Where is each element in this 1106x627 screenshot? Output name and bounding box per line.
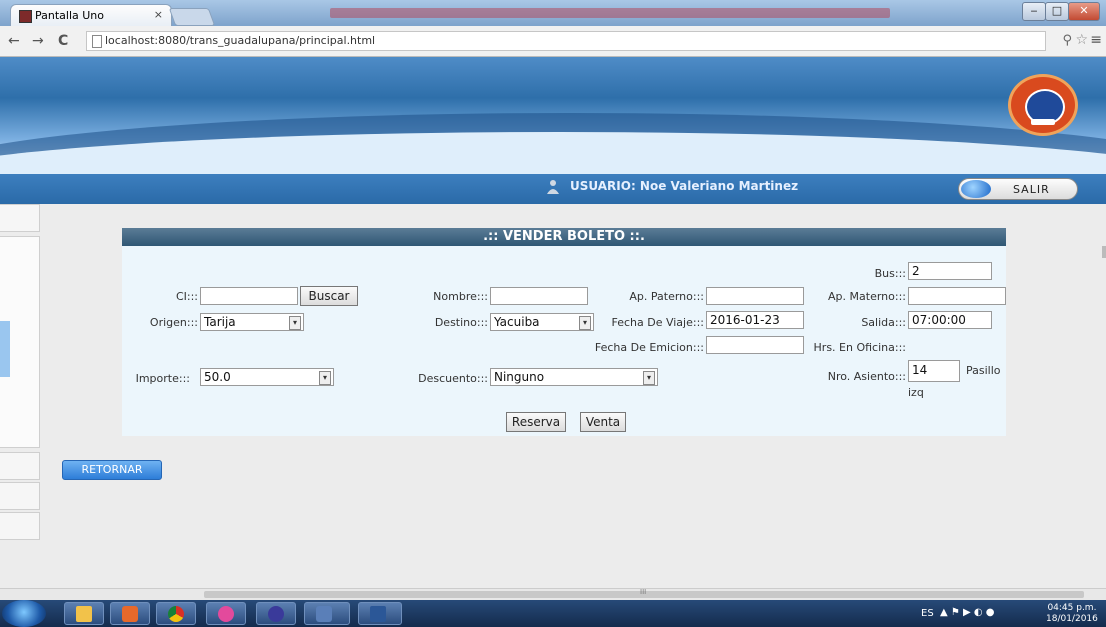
origen-label: Origen::: [149, 316, 198, 329]
side-menu-item[interactable] [0, 512, 40, 540]
eclipse-taskbar-icon[interactable] [256, 602, 296, 625]
descuento-value: Ninguno [494, 370, 545, 384]
minimize-button[interactable]: ‒ [1022, 2, 1046, 21]
destino-value: Yacuiba [494, 315, 540, 329]
reload-icon[interactable]: C [58, 33, 68, 49]
form-title: .:: VENDER BOLETO ::. [122, 228, 1006, 246]
taskbar-clock[interactable]: 04:45 p.m. 18/01/2016 [1046, 603, 1098, 625]
reserva-button[interactable]: Reserva [506, 412, 566, 432]
salida-input[interactable]: 07:00:00 [908, 311, 992, 329]
fecha-viaje-input[interactable]: 2016-01-23 [706, 311, 804, 329]
logo-band [1031, 119, 1055, 125]
destino-label: Destino::: [434, 316, 488, 329]
buscar-button[interactable]: Buscar [300, 286, 358, 306]
close-window-button[interactable]: ✕ [1068, 2, 1100, 21]
word-taskbar-icon[interactable] [358, 602, 402, 625]
origen-value: Tarija [204, 315, 236, 329]
ap-materno-label: Ap. Materno::: [828, 290, 906, 303]
logout-button[interactable]: SALIR [958, 178, 1078, 200]
side-menu-item[interactable] [0, 482, 40, 510]
hrs-oficina-label: Hrs. En Oficina::: [813, 341, 906, 354]
menu-icon[interactable]: ≡ [1090, 32, 1102, 48]
dropdown-arrow-icon: ▾ [643, 371, 655, 385]
start-button-icon[interactable] [2, 600, 46, 627]
logout-label: SALIR [1013, 183, 1050, 196]
clock-time: 04:45 p.m. [1047, 603, 1097, 613]
window-title-bar-text [330, 8, 890, 18]
back-icon[interactable]: ← [8, 33, 20, 49]
logged-user-label: USUARIO: Noe Valeriano Martinez [570, 179, 799, 193]
nombre-input[interactable] [490, 287, 588, 305]
system-tray-icons[interactable]: ▲ ⚑ ▶ ◐ ● [940, 607, 995, 618]
dropdown-arrow-icon: ▾ [319, 371, 331, 385]
forward-icon[interactable]: → [32, 33, 44, 49]
scrollbar-thumb[interactable]: III [204, 588, 1084, 598]
zoom-icon[interactable]: ⚲ [1062, 33, 1072, 48]
fecha-viaje-label: Fecha De Viaje::: [611, 316, 704, 329]
venta-button[interactable]: Venta [580, 412, 626, 432]
address-toolbar: ← → C localhost:8080/trans_guadalupana/p… [0, 26, 1106, 57]
browser-tab[interactable]: Pantalla Uno × [10, 4, 172, 27]
user-icon [547, 180, 559, 194]
chrome-taskbar-icon[interactable] [156, 602, 196, 625]
side-menu-item[interactable] [0, 204, 40, 232]
media-player-taskbar-icon[interactable] [110, 602, 150, 625]
url-input[interactable]: localhost:8080/trans_guadalupana/princip… [86, 31, 1046, 51]
user-bar: USUARIO: Noe Valeriano Martinez SALIR [0, 174, 1106, 204]
window-controls: ‒ □ ✕ [1022, 2, 1100, 21]
ap-materno-input[interactable] [908, 287, 1006, 305]
izq-label: izq [908, 386, 924, 399]
company-logo [1008, 74, 1078, 136]
language-indicator[interactable]: ES [921, 608, 934, 619]
side-menu-content [0, 236, 40, 448]
ci-label: CI::: [175, 290, 198, 303]
descuento-select[interactable]: Ninguno ▾ [490, 368, 658, 386]
browser-titlebar: Pantalla Uno × ‒ □ ✕ [0, 0, 1106, 27]
app-taskbar-icon[interactable] [206, 602, 246, 625]
scrollbar-grip: III [640, 588, 647, 596]
tab-title: Pantalla Uno [35, 9, 105, 22]
pasillo-label: Pasillo [966, 364, 1001, 377]
nro-asiento-input[interactable]: 14 [908, 360, 960, 382]
maximize-button[interactable]: □ [1045, 2, 1069, 21]
salida-label: Salida::: [861, 316, 906, 329]
vertical-scroll-marker[interactable] [1102, 246, 1106, 258]
bus-label: Bus::: [874, 267, 906, 280]
descuento-label: Descuento::: [418, 372, 488, 385]
side-menu-accent [0, 321, 10, 377]
new-tab-button[interactable] [168, 8, 216, 26]
windows-taskbar: ES ▲ ⚑ ▶ ◐ ● 04:45 p.m. 18/01/2016 [0, 600, 1106, 627]
origen-select[interactable]: Tarija ▾ [200, 313, 304, 331]
bookmark-star-icon[interactable]: ☆ [1075, 32, 1088, 48]
side-menu-item[interactable] [0, 452, 40, 480]
fecha-emision-input[interactable] [706, 336, 804, 354]
url-text: localhost:8080/trans_guadalupana/princip… [105, 34, 376, 47]
sell-ticket-form: CI::: Buscar Origen::: Tarija ▾ Importe:… [122, 246, 1006, 436]
page-icon [92, 35, 102, 48]
logout-icon [961, 180, 991, 198]
importe-select[interactable]: 50.0 ▾ [200, 368, 334, 386]
retornar-button[interactable]: RETORNAR [62, 460, 162, 480]
fecha-emision-label: Fecha De Emicion::: [594, 341, 704, 354]
importe-value: 50.0 [204, 370, 231, 384]
dropdown-arrow-icon: ▾ [289, 316, 301, 330]
explorer-taskbar-icon[interactable] [64, 602, 104, 625]
ci-input[interactable] [200, 287, 298, 305]
favicon-icon [19, 10, 32, 23]
nombre-label: Nombre::: [433, 290, 488, 303]
importe-label: Importe::: [135, 372, 190, 385]
left-side-panel [0, 204, 42, 604]
clock-date: 18/01/2016 [1046, 614, 1098, 624]
database-taskbar-icon[interactable] [304, 602, 350, 625]
tab-close-icon[interactable]: × [154, 8, 163, 21]
nro-asiento-label: Nro. Asiento::: [827, 370, 906, 383]
ap-paterno-label: Ap. Paterno::: [629, 290, 704, 303]
ap-paterno-input[interactable] [706, 287, 804, 305]
header-banner [0, 57, 1106, 174]
bus-input[interactable]: 2 [908, 262, 992, 280]
